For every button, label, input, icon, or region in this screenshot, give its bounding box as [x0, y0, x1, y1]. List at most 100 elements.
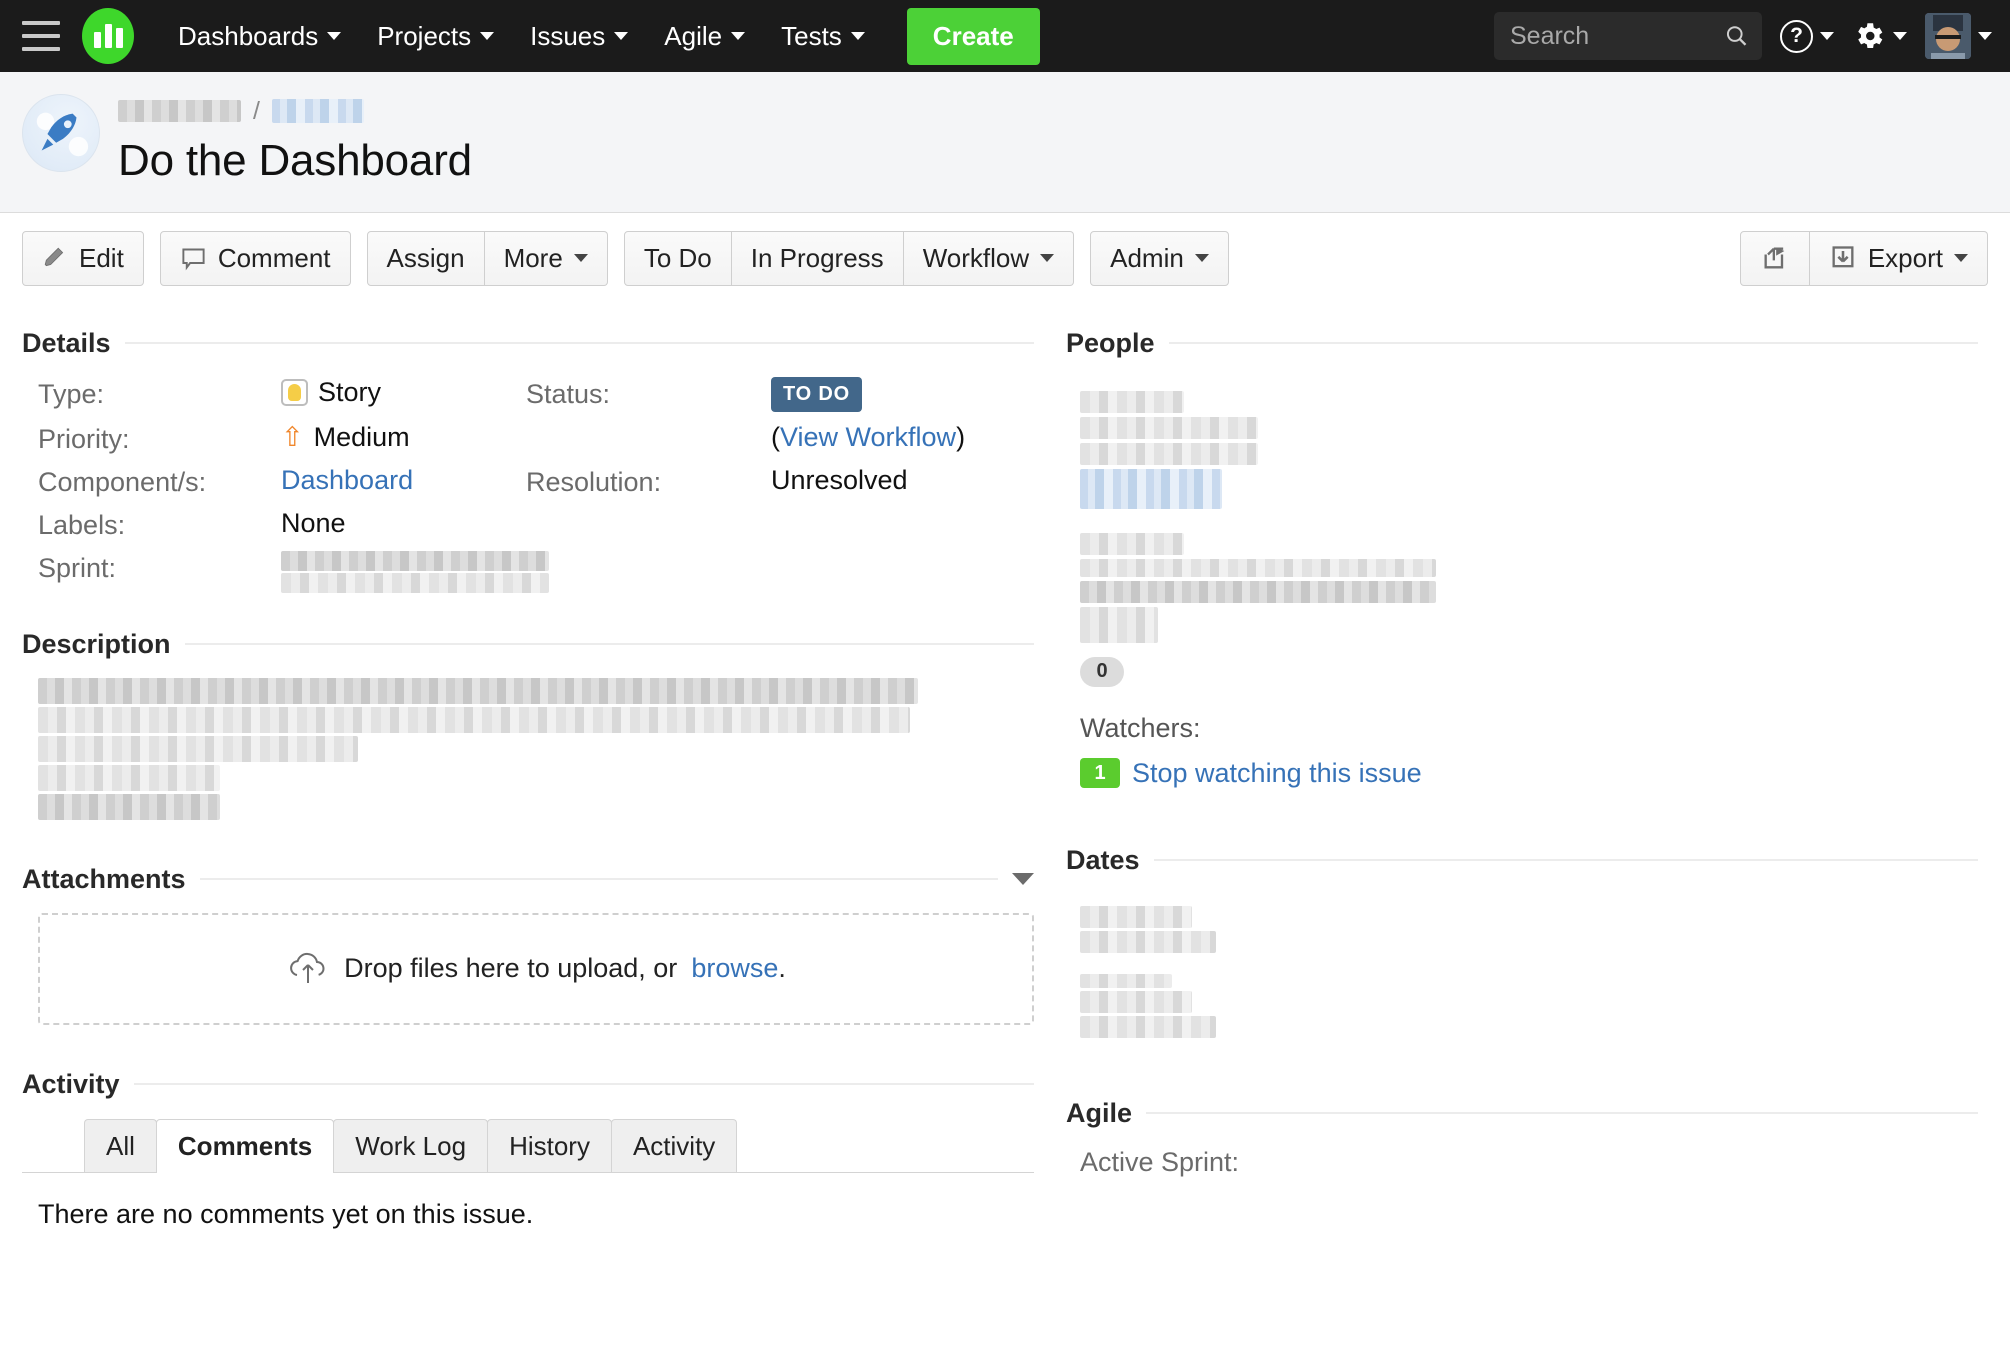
status-value: TO DO [771, 376, 1034, 412]
search-input[interactable] [1510, 21, 1725, 51]
breadcrumb-separator: / [253, 96, 260, 125]
assign-button[interactable]: Assign [366, 231, 485, 286]
tab-all[interactable]: All [84, 1118, 157, 1172]
workflow-button[interactable]: Workflow [903, 231, 1075, 286]
details-heading: Details [22, 327, 111, 358]
workflow-label: Workflow [922, 243, 1030, 273]
date-row-redacted [1080, 1015, 1216, 1038]
description-heading: Description [22, 628, 171, 659]
labels-label: Labels: [38, 509, 126, 540]
search-icon [1726, 26, 1746, 46]
tab-comments[interactable]: Comments [155, 1118, 335, 1173]
breadcrumb-project-redacted[interactable] [118, 100, 241, 122]
chevron-down-icon [1820, 32, 1834, 40]
tab-activity[interactable]: Activity [610, 1118, 738, 1172]
profile-menu-button[interactable] [1925, 13, 1992, 59]
top-navigation-bar: Dashboards Projects Issues Agile Tests C… [0, 0, 2010, 72]
nav-label-dashboards: Dashboards [178, 20, 319, 51]
page-title: Do the Dashboard [118, 136, 472, 185]
nav-item-agile[interactable]: Agile [646, 11, 763, 62]
nav-right-cluster: ? [1494, 12, 1992, 60]
component-dashboard-link[interactable]: Dashboard [281, 465, 413, 496]
nav-item-tests[interactable]: Tests [763, 11, 883, 62]
watchers-row: 1 Stop watching this issue [1066, 758, 1978, 789]
agile-heading: Agile [1066, 1097, 1133, 1128]
question-circle-icon: ? [1780, 19, 1813, 53]
priority-value: ⇧ Medium [281, 422, 526, 453]
dropzone-text: Drop files here to upload, or [344, 953, 678, 983]
priority-value-text: Medium [313, 421, 410, 452]
people-row-redacted [1080, 606, 1158, 643]
share-button[interactable] [1739, 231, 1810, 286]
comment-button[interactable]: Comment [159, 231, 351, 286]
search-box[interactable] [1494, 12, 1762, 60]
transition-in-progress-button[interactable]: In Progress [731, 231, 904, 286]
jira-bars-logo[interactable] [82, 8, 134, 64]
issue-body: Details Type: Story Status: TO DO Priori… [0, 302, 2010, 1230]
nav-label-projects: Projects [377, 20, 472, 51]
chevron-down-icon [1978, 32, 1992, 40]
chevron-down-icon [731, 32, 746, 40]
people-heading: People [1066, 327, 1155, 358]
main-column: Details Type: Story Status: TO DO Priori… [22, 302, 1034, 1230]
dates-body [1066, 894, 1978, 1038]
tab-work-log[interactable]: Work Log [333, 1118, 489, 1172]
date-row-redacted [1080, 930, 1216, 953]
date-row-redacted [1080, 990, 1192, 1013]
chevron-down-icon [480, 32, 495, 40]
admin-label: Admin [1110, 243, 1184, 273]
tab-history[interactable]: History [487, 1118, 612, 1172]
edit-button[interactable]: Edit [22, 231, 144, 286]
status-label: Status: [526, 378, 611, 409]
user-avatar [1925, 13, 1971, 59]
hamburger-icon[interactable] [22, 21, 60, 51]
chevron-down-icon [850, 32, 865, 40]
stop-watching-link[interactable]: Stop watching this issue [1132, 758, 1422, 789]
nav-item-projects[interactable]: Projects [359, 11, 512, 62]
avatar-image [1925, 13, 1971, 59]
story-type-icon [281, 378, 308, 406]
date-row-redacted [1080, 973, 1172, 988]
sprint-value-redacted [281, 550, 549, 571]
sprint-value-redacted-2 [281, 572, 549, 593]
pencil-icon [44, 247, 64, 267]
people-row-redacted [1080, 416, 1258, 439]
view-workflow-link[interactable]: View Workflow [780, 422, 956, 453]
create-button[interactable]: Create [906, 7, 1040, 65]
export-download-icon [1832, 246, 1854, 268]
type-value: Story [281, 377, 526, 408]
cloud-upload-icon [290, 952, 325, 983]
nav-item-issues[interactable]: Issues [512, 11, 646, 62]
priority-medium-icon: ⇧ [281, 421, 304, 452]
comment-label: Comment [217, 243, 331, 273]
view-workflow-row: ( View Workflow ) [771, 422, 1034, 453]
assign-more-group: Assign More [366, 231, 608, 286]
watchers-label: Watchers: [1080, 712, 1201, 743]
help-button[interactable]: ? [1780, 19, 1834, 53]
workflow-transition-group: To Do In Progress Workflow [623, 231, 1075, 286]
section-rule [1168, 342, 1978, 344]
chevron-down-icon [327, 32, 342, 40]
export-button[interactable]: Export [1809, 231, 1988, 286]
share-icon [1764, 247, 1785, 269]
paren-open: ( [771, 421, 780, 452]
chevron-down-icon [573, 254, 588, 263]
more-button[interactable]: More [484, 231, 608, 286]
details-grid: Type: Story Status: TO DO Priority: ⇧ Me… [22, 376, 1034, 593]
admin-button[interactable]: Admin [1090, 231, 1229, 286]
people-body [1066, 377, 1978, 643]
transition-todo-button[interactable]: To Do [623, 231, 732, 286]
rocket-icon [36, 112, 89, 157]
breadcrumb-issue-key-redacted[interactable] [271, 99, 364, 123]
share-export-group: Export [1739, 231, 1988, 286]
labels-value: None [281, 507, 346, 538]
nav-item-dashboards[interactable]: Dashboards [160, 11, 359, 62]
settings-button[interactable] [1852, 19, 1907, 53]
attachment-dropzone[interactable]: Drop files here to upload, or browse. [38, 912, 1034, 1025]
primary-nav: Dashboards Projects Issues Agile Tests [160, 11, 883, 62]
description-line-redacted [38, 735, 358, 762]
chevron-down-icon [614, 32, 629, 40]
chevron-down-icon[interactable] [1012, 873, 1034, 885]
browse-link[interactable]: browse [691, 953, 778, 984]
issue-header: / Do the Dashboard [0, 72, 2010, 213]
